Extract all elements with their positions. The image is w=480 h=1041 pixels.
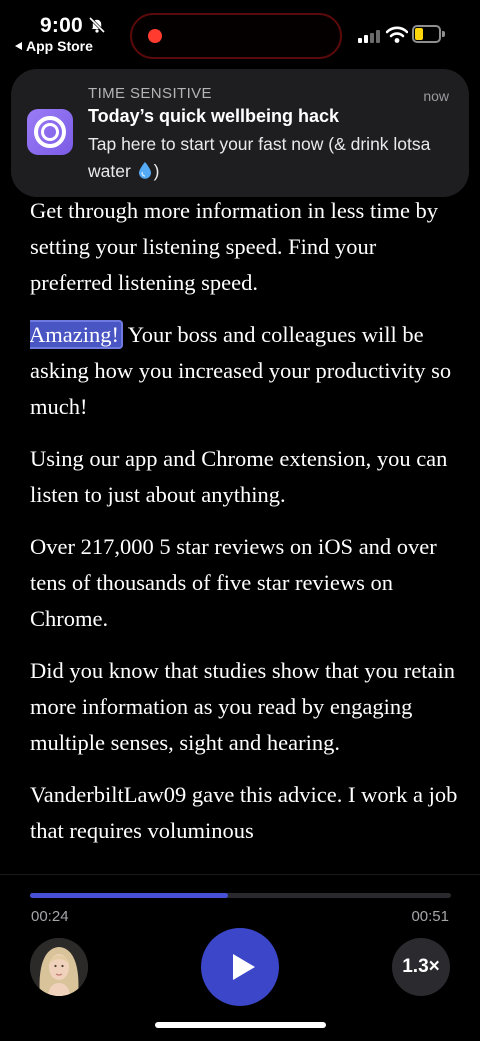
highlighted-word[interactable]: Amazing! — [30, 320, 123, 349]
article-paragraph: Using our app and Chrome extension, you … — [30, 446, 448, 507]
status-bar: 9:00 App Store — [0, 0, 480, 64]
battery-level — [415, 28, 423, 40]
article-paragraph: Amazing! Your boss and colleagues will b… — [30, 317, 460, 425]
voice-avatar[interactable] — [30, 938, 88, 996]
notification-banner[interactable]: TIME SENSITIVE now Today’s quick wellbei… — [11, 69, 469, 197]
audio-player: 00:24 00:51 1.3× — [0, 874, 480, 1041]
notification-title: Today’s quick wellbeing hack — [88, 106, 340, 126]
back-to-app-store-link[interactable]: App Store — [15, 38, 93, 54]
article-paragraph: Did you know that studies show that you … — [30, 658, 455, 755]
total-time: 00:51 — [411, 908, 449, 925]
elapsed-time: 00:24 — [31, 908, 69, 925]
progress-bar[interactable] — [30, 893, 451, 898]
notification-body: Tap here to start your fast now (& drink… — [88, 131, 443, 185]
back-app-label: App Store — [26, 38, 93, 54]
playback-speed-button[interactable]: 1.3× — [392, 938, 450, 996]
cellular-signal-icon — [358, 30, 380, 43]
app-ring-icon — [27, 109, 73, 155]
battery-icon — [412, 25, 446, 43]
wifi-icon — [386, 26, 408, 43]
article-text[interactable]: Get through more information in less tim… — [30, 193, 460, 873]
play-icon — [233, 954, 255, 980]
article-paragraph: Over 217,000 5 star reviews on iOS and o… — [30, 534, 437, 631]
dynamic-island[interactable] — [130, 13, 342, 59]
notification-time: now — [423, 88, 449, 104]
notification-body-end: ) — [153, 161, 160, 181]
record-dot-icon — [148, 29, 162, 43]
article-paragraph: VanderbiltLaw09 gave this advice. I work… — [30, 782, 458, 843]
play-button[interactable] — [201, 928, 279, 1006]
bell-slash-icon — [88, 16, 106, 34]
notification-category: TIME SENSITIVE — [88, 85, 212, 102]
droplet-icon — [138, 162, 151, 179]
article-paragraph: Get through more information in less tim… — [30, 198, 439, 295]
back-arrow-icon — [15, 42, 22, 50]
progress-fill — [30, 893, 228, 898]
status-time: 9:00 — [40, 14, 83, 37]
home-indicator[interactable] — [155, 1022, 326, 1028]
